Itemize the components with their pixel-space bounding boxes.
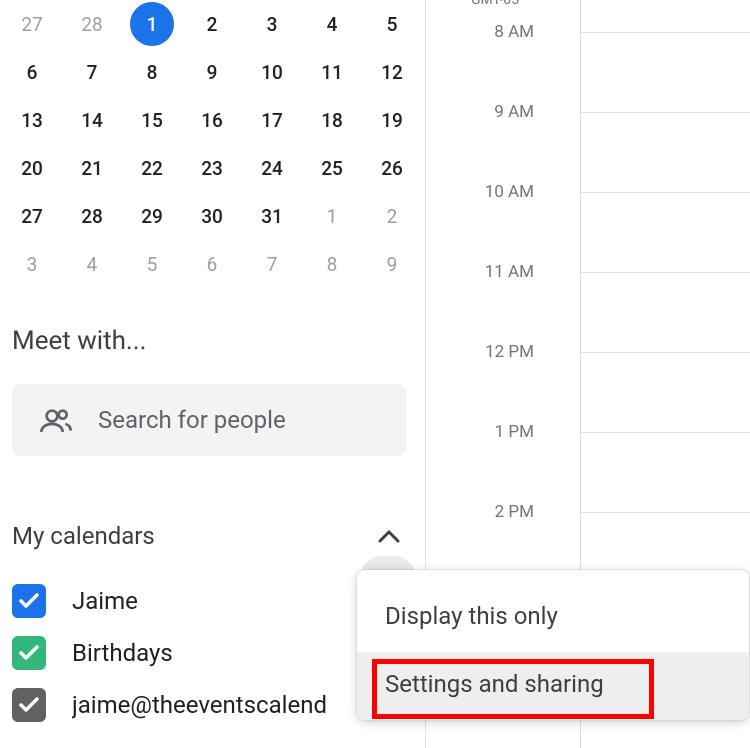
hour-label: 10 AM (485, 182, 534, 202)
my-calendars-title: My calendars (12, 522, 155, 550)
mini-day[interactable]: 5 (122, 240, 182, 288)
hour-label: 12 PM (485, 342, 534, 362)
mini-day[interactable]: 19 (362, 96, 422, 144)
hour-label: 11 AM (485, 262, 534, 282)
hour-label: 8 AM (494, 22, 534, 42)
mini-day[interactable]: 9 (182, 48, 242, 96)
mini-day[interactable]: 31 (242, 192, 302, 240)
hour-label: 9 AM (494, 102, 534, 122)
hour-label: 2 PM (495, 502, 534, 522)
mini-day[interactable]: 7 (242, 240, 302, 288)
people-icon (40, 408, 72, 432)
mini-day[interactable]: 8 (122, 48, 182, 96)
mini-day[interactable]: 28 (62, 0, 122, 48)
checkbox-icon[interactable] (12, 636, 46, 670)
search-people-input[interactable]: Search for people (12, 384, 407, 456)
timezone-label: GMT-05 (471, 0, 519, 8)
mini-day[interactable]: 1 (302, 192, 362, 240)
mini-day[interactable]: 1 (122, 0, 182, 48)
hour-line (580, 352, 750, 353)
hour-line (580, 272, 750, 273)
mini-day[interactable]: 10 (242, 48, 302, 96)
mini-day[interactable]: 14 (62, 96, 122, 144)
mini-day[interactable]: 2 (362, 192, 422, 240)
mini-day[interactable]: 6 (182, 240, 242, 288)
mini-day[interactable]: 27 (2, 0, 62, 48)
mini-day[interactable]: 4 (62, 240, 122, 288)
mini-day[interactable]: 26 (362, 144, 422, 192)
mini-calendar: 2728123456789101112131415161718192021222… (0, 0, 425, 288)
calendar-label: jaime@theeventscalend (72, 691, 327, 719)
mini-day[interactable]: 12 (362, 48, 422, 96)
chevron-up-icon[interactable] (371, 518, 407, 554)
mini-day[interactable]: 21 (62, 144, 122, 192)
mini-day[interactable]: 17 (242, 96, 302, 144)
mini-day[interactable]: 20 (2, 144, 62, 192)
hour-line (580, 512, 750, 513)
calendar-item[interactable]: Birthdays (12, 636, 407, 670)
checkbox-icon[interactable] (12, 584, 46, 618)
calendar-label: Jaime (72, 587, 138, 615)
mini-day[interactable]: 2 (182, 0, 242, 48)
mini-day[interactable]: 7 (62, 48, 122, 96)
calendar-label: Birthdays (72, 639, 173, 667)
calendar-item[interactable]: jaime@theeventscalend (12, 688, 407, 722)
mini-day[interactable]: 3 (242, 0, 302, 48)
menu-display-only[interactable]: Display this only (357, 584, 749, 652)
mini-day[interactable]: 16 (182, 96, 242, 144)
mini-day[interactable]: 15 (122, 96, 182, 144)
hour-line (580, 32, 750, 33)
mini-day[interactable]: 30 (182, 192, 242, 240)
meet-with-title: Meet with... (12, 326, 407, 356)
hour-line (580, 432, 750, 433)
mini-day[interactable]: 18 (302, 96, 362, 144)
mini-day[interactable]: 5 (362, 0, 422, 48)
mini-day[interactable]: 6 (2, 48, 62, 96)
mini-day[interactable]: 28 (62, 192, 122, 240)
mini-day[interactable]: 4 (302, 0, 362, 48)
search-placeholder: Search for people (98, 406, 286, 434)
hour-line (580, 192, 750, 193)
checkbox-icon[interactable] (12, 688, 46, 722)
calendar-context-menu: Display this only Settings and sharing (357, 570, 749, 720)
mini-day[interactable]: 13 (2, 96, 62, 144)
mini-day[interactable]: 11 (302, 48, 362, 96)
hour-label: 1 PM (495, 422, 534, 442)
meet-with-section: Meet with... Search for people (0, 326, 425, 456)
mini-day[interactable]: 29 (122, 192, 182, 240)
menu-settings-sharing[interactable]: Settings and sharing (357, 652, 749, 720)
mini-day[interactable]: 9 (362, 240, 422, 288)
mini-day[interactable]: 25 (302, 144, 362, 192)
calendar-item[interactable]: Jaime (12, 584, 407, 618)
mini-day[interactable]: 8 (302, 240, 362, 288)
mini-day[interactable]: 3 (2, 240, 62, 288)
mini-day[interactable]: 22 (122, 144, 182, 192)
mini-day[interactable]: 24 (242, 144, 302, 192)
hour-line (580, 112, 750, 113)
mini-day[interactable]: 23 (182, 144, 242, 192)
mini-day[interactable]: 27 (2, 192, 62, 240)
